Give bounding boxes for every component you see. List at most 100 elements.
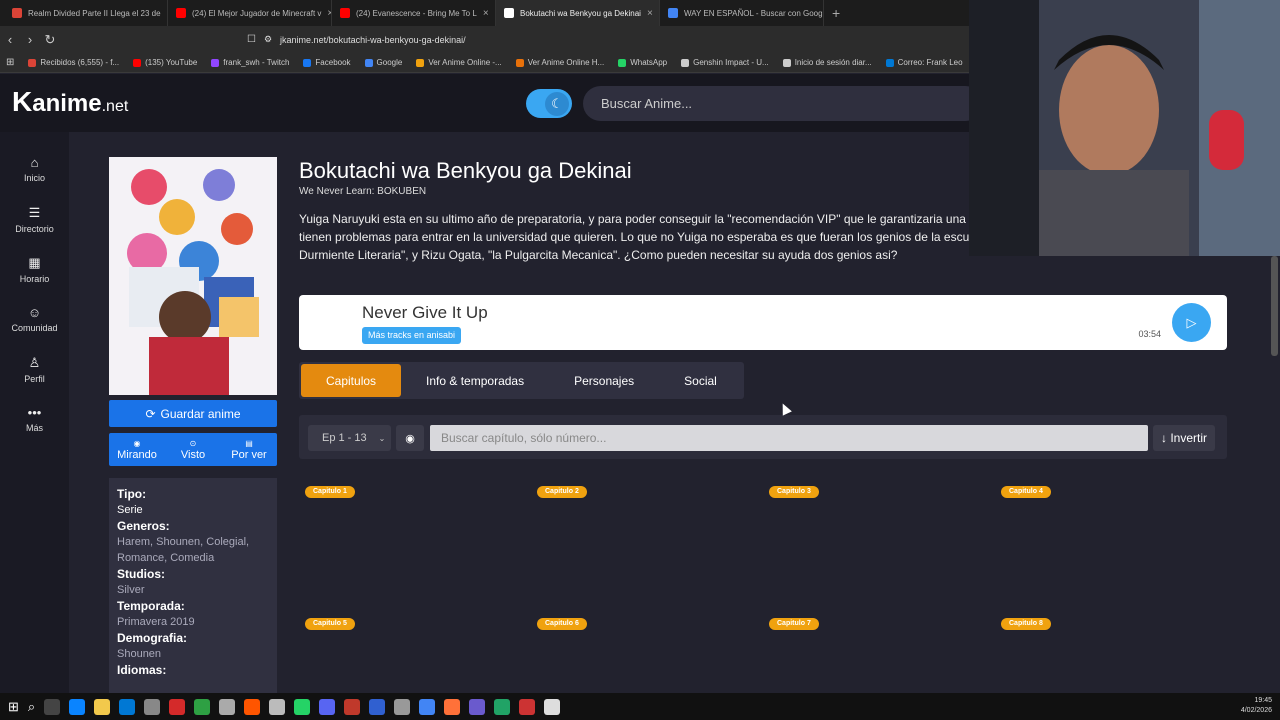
- close-icon[interactable]: ×: [647, 8, 653, 19]
- close-icon[interactable]: ×: [483, 8, 489, 19]
- taskbar-app-icon[interactable]: [144, 698, 161, 715]
- taskbar-app-icon[interactable]: [519, 698, 536, 715]
- bookmark-item[interactable]: frank_swh - Twitch: [211, 58, 289, 67]
- episode-badge[interactable]: Capitulo 7: [769, 618, 819, 630]
- browser-tab[interactable]: Bokutachi wa Benkyou ga Dekinai ×: [496, 0, 660, 26]
- page-scrollbar[interactable]: [1271, 256, 1278, 356]
- sidebar-item-inicio[interactable]: ⌂ Inicio: [0, 144, 69, 194]
- bookmark-favicon-icon: [681, 58, 690, 67]
- eye-icon[interactable]: ◉: [396, 425, 424, 451]
- taskbar-app-icon[interactable]: [494, 698, 511, 715]
- tab-capitulos[interactable]: Capitulos: [301, 364, 402, 397]
- status-button-por-ver[interactable]: ▤ Por ver: [221, 433, 277, 466]
- invert-order-button[interactable]: ↓ Invertir: [1153, 425, 1215, 451]
- taskbar-clock[interactable]: 19:45 4/02/2026: [1241, 696, 1272, 716]
- sidebar-item-directorio[interactable]: ☰ Directorio: [0, 194, 69, 244]
- taskbar-app-icon[interactable]: [219, 698, 236, 715]
- taskbar-app-icon[interactable]: [369, 698, 386, 715]
- episode-range-select[interactable]: Ep 1 - 13 ⌄: [308, 425, 391, 451]
- site-info-icon[interactable]: ⚙: [264, 34, 272, 45]
- bookmark-item[interactable]: (135) YouTube: [133, 58, 197, 67]
- taskbar-app-icon[interactable]: [344, 698, 361, 715]
- bookmark-favicon-icon: [211, 58, 220, 67]
- info-value[interactable]: Shounen: [117, 646, 269, 662]
- bookmark-label: Google: [376, 58, 403, 67]
- sidebar-item-horario[interactable]: ▦ Horario: [0, 244, 69, 294]
- taskbar-app-icon[interactable]: [69, 698, 86, 715]
- taskbar-app-icon[interactable]: [394, 698, 411, 715]
- taskbar-app-icon[interactable]: [169, 698, 186, 715]
- episode-badge[interactable]: Capitulo 1: [305, 486, 355, 498]
- bookmark-item[interactable]: Facebook: [303, 58, 351, 67]
- browser-tab[interactable]: (24) Evanescence - Bring Me To L ×: [332, 0, 496, 26]
- bookmark-item[interactable]: Ver Anime Online H...: [515, 58, 604, 67]
- url-field[interactable]: ☐ ⚙ jkanime.net/bokutachi-wa-benkyou-ga-…: [247, 30, 967, 49]
- clock-time: 19:45: [1254, 697, 1272, 704]
- bookmark-label: Facebook: [315, 58, 351, 67]
- eye-icon: ◉: [133, 438, 141, 448]
- new-tab-icon[interactable]: +: [824, 5, 848, 21]
- tab-favicon-icon: [504, 8, 514, 18]
- chevron-down-icon: ⌄: [378, 433, 386, 443]
- sidebar-item-más[interactable]: ••• Más: [0, 394, 69, 444]
- episode-range-value: Ep 1 - 13: [322, 432, 367, 444]
- info-value[interactable]: Harem, Shounen, Colegial, Romance, Comed…: [117, 534, 269, 566]
- sidebar-item-perfil[interactable]: ♙ Perfil: [0, 344, 69, 394]
- tab-info[interactable]: Info & temporadas: [401, 364, 549, 397]
- taskbar-app-icon[interactable]: [194, 698, 211, 715]
- episode-badge[interactable]: Capitulo 6: [537, 618, 587, 630]
- bookmark-item[interactable]: Ver Anime Online -...: [416, 58, 502, 67]
- tab-favicon-icon: [340, 8, 350, 18]
- taskbar-app-icon[interactable]: [44, 698, 61, 715]
- taskbar-app-icon[interactable]: [269, 698, 286, 715]
- taskbar-app-icon[interactable]: [244, 698, 261, 715]
- episode-badge[interactable]: Capitulo 8: [1001, 618, 1051, 630]
- theme-toggle[interactable]: ☾: [526, 89, 572, 118]
- taskbar-app-icon[interactable]: [294, 698, 311, 715]
- info-key: Generos:: [117, 519, 170, 533]
- bookmark-item[interactable]: Genshin Impact - U...: [681, 58, 769, 67]
- bookmark-favicon-icon: [782, 58, 791, 67]
- info-value[interactable]: Primavera 2019: [117, 614, 269, 630]
- info-value[interactable]: Silver: [117, 582, 269, 598]
- bookmark-item[interactable]: WhatsApp: [618, 58, 667, 67]
- logo-net: .net: [101, 98, 129, 115]
- windows-start-icon[interactable]: ⊞: [8, 699, 19, 715]
- tab-favicon-icon: [176, 8, 186, 18]
- save-anime-button[interactable]: ⟳ Guardar anime: [109, 400, 277, 427]
- taskbar-app-icon[interactable]: [119, 698, 136, 715]
- taskbar-app-icon[interactable]: [94, 698, 111, 715]
- more-tracks-button[interactable]: Más tracks en anisabi: [362, 327, 462, 344]
- back-icon[interactable]: ‹: [0, 32, 20, 47]
- browser-tab[interactable]: WAY EN ESPAÑOL - Buscar con Goog×: [660, 0, 824, 26]
- anime-search-input[interactable]: Buscar Anime...: [583, 86, 983, 121]
- bookmark-item[interactable]: Recibidos (6,555) - f...: [28, 58, 119, 67]
- taskbar-app-icon[interactable]: [444, 698, 461, 715]
- taskbar-app-icon[interactable]: [469, 698, 486, 715]
- taskbar-app-icon[interactable]: [419, 698, 436, 715]
- episode-badge[interactable]: Capitulo 4: [1001, 486, 1051, 498]
- taskbar-app-icon[interactable]: [319, 698, 336, 715]
- bookmark-star-icon[interactable]: ☐: [247, 34, 256, 45]
- reload-icon[interactable]: ↻: [40, 32, 60, 48]
- tab-personajes[interactable]: Personajes: [549, 364, 659, 397]
- forward-icon[interactable]: ›: [20, 32, 40, 47]
- apps-grid-icon[interactable]: ⊞: [6, 57, 14, 68]
- status-button-mirando[interactable]: ◉ Mirando: [109, 433, 165, 466]
- bookmark-item[interactable]: Inicio de sesión diar...: [782, 58, 872, 67]
- episode-search-input[interactable]: Buscar capítulo, sólo número...: [430, 425, 1148, 451]
- play-icon[interactable]: ▷: [1172, 303, 1211, 342]
- browser-tab[interactable]: Realm Divided Parte II Llega el 23 de×: [4, 0, 168, 26]
- search-icon[interactable]: ⌕: [28, 699, 35, 715]
- status-button-visto[interactable]: ⊙ Visto: [165, 433, 221, 466]
- taskbar-app-icon[interactable]: [544, 698, 561, 715]
- browser-tab[interactable]: (24) El Mejor Jugador de Minecraft v×: [168, 0, 332, 26]
- sidebar-item-comunidad[interactable]: ☺ Comunidad: [0, 294, 69, 344]
- episode-badge[interactable]: Capitulo 2: [537, 486, 587, 498]
- episode-badge[interactable]: Capitulo 5: [305, 618, 355, 630]
- site-logo[interactable]: K anime .net: [12, 86, 128, 118]
- bookmark-item[interactable]: Correo: Frank Leo: [885, 58, 963, 67]
- tab-social[interactable]: Social: [659, 364, 742, 397]
- bookmark-item[interactable]: Google: [364, 58, 403, 67]
- episode-badge[interactable]: Capitulo 3: [769, 486, 819, 498]
